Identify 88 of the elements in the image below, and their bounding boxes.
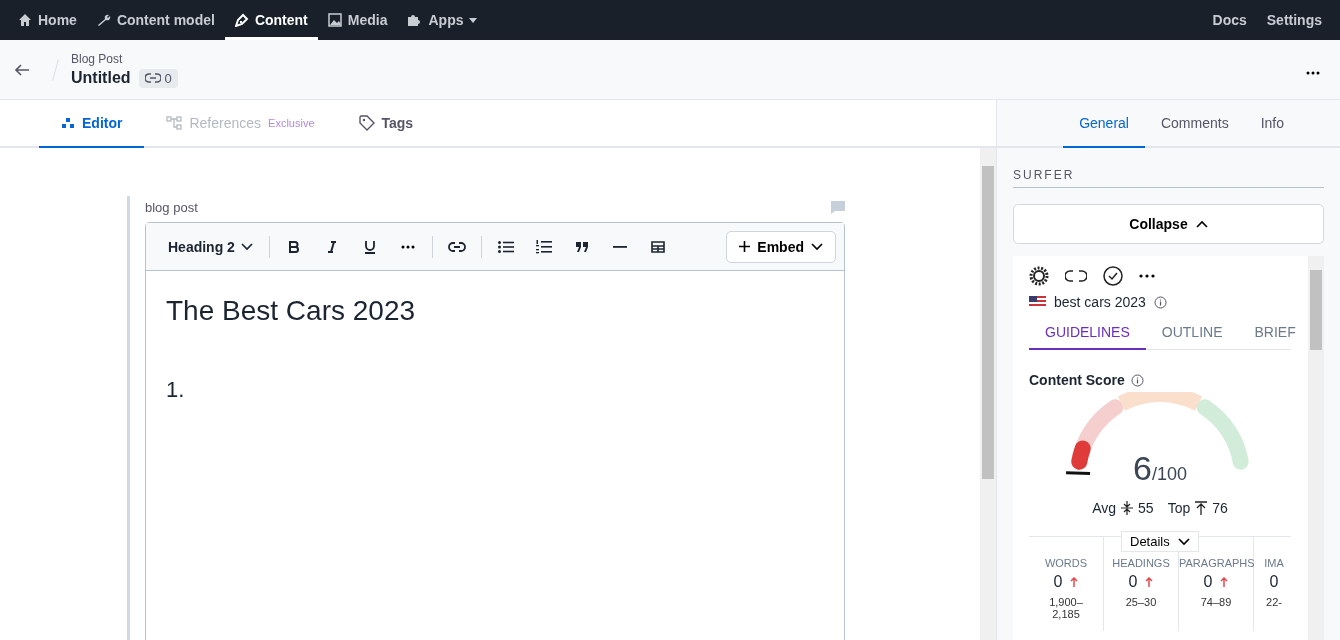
metric-range: 1,900–2,185 [1048, 596, 1084, 620]
arrow-top-icon [1195, 501, 1208, 515]
gear-icon[interactable] [1029, 266, 1049, 286]
metric-range: 74–89 [1199, 596, 1233, 608]
info-icon [1130, 373, 1144, 387]
scrollbar[interactable] [1308, 256, 1324, 640]
exclusive-label: Exclusive [268, 117, 315, 129]
bold-icon [288, 240, 299, 253]
links-badge[interactable]: 0 [138, 68, 178, 88]
check-circle-icon[interactable] [1103, 266, 1123, 286]
entry-title: Untitled [71, 69, 131, 87]
tab[interactable]: General [1063, 100, 1145, 148]
hierarchy-icon [166, 116, 183, 130]
chevron-up-icon [1195, 220, 1208, 228]
tab-label: Editor [82, 115, 123, 131]
horizontal-line-icon [612, 245, 627, 248]
avg-label: Avg [1092, 500, 1117, 516]
more-icon[interactable] [1139, 274, 1155, 278]
tab-label: References [189, 115, 262, 131]
chevron-down-icon [811, 242, 823, 251]
home-icon [18, 13, 32, 27]
table-icon [650, 240, 665, 253]
tab[interactable]: Comments [1144, 100, 1245, 148]
compress-icon [1121, 501, 1134, 515]
metric-range: 22- [1265, 596, 1283, 608]
puzzle-icon [407, 13, 423, 27]
top-label: Top [1167, 500, 1191, 516]
top-value: 76 [1212, 500, 1228, 516]
bulleted-list-icon [497, 240, 514, 253]
nav-item[interactable]: Content model [86, 0, 225, 40]
metric-label: IMA [1263, 557, 1285, 569]
scrollbar[interactable] [980, 148, 996, 640]
metric-value: 0 [1128, 573, 1138, 591]
metric-range: 25–30 [1124, 596, 1158, 608]
details-button[interactable]: Details [1121, 531, 1199, 552]
score-value: 6/100 [1133, 450, 1187, 488]
metric-value: 0 [1053, 573, 1063, 591]
more-icon [1306, 70, 1320, 75]
wrench-icon [96, 13, 111, 27]
heading-select[interactable]: Heading 2 [158, 230, 263, 263]
section-heading: SURFER [1013, 168, 1324, 188]
keyword-text: best cars 2023 [1054, 294, 1146, 310]
score-fill [1071, 440, 1091, 470]
score-needle [1066, 471, 1091, 476]
avg-value: 55 [1138, 500, 1154, 516]
back-button[interactable] [14, 62, 30, 77]
tag-icon [358, 115, 375, 131]
nav-link[interactable]: Docs [1202, 0, 1257, 40]
nav-item[interactable]: Media [317, 0, 398, 40]
numbered-list-icon [535, 239, 552, 254]
score-title: Content Score [1029, 372, 1125, 388]
metric-label: PARAGRAPHS [1179, 557, 1253, 569]
metric-value: 0 [1203, 573, 1213, 591]
quote-icon [575, 241, 588, 252]
pen-icon [234, 13, 249, 27]
link-icon [144, 73, 161, 83]
breadcrumb: Blog Post [71, 51, 124, 66]
blocks-icon [61, 117, 75, 129]
italic-icon [326, 240, 337, 253]
tab[interactable]: Tags [336, 100, 436, 148]
nav-item[interactable]: Apps [397, 0, 488, 40]
tab[interactable]: OUTLINE [1145, 320, 1239, 350]
metric-label: WORDS [1043, 557, 1089, 569]
arrow-left-icon [14, 62, 30, 77]
more-icon [400, 244, 415, 249]
plus-icon [739, 241, 751, 252]
flag-icon [1029, 296, 1046, 308]
metric-value: 0 [1269, 573, 1279, 591]
link-icon[interactable] [1065, 270, 1087, 282]
list-number: 1. [166, 377, 186, 403]
tab[interactable]: GUIDELINES [1029, 320, 1146, 350]
embed-button[interactable]: Embed [726, 230, 836, 263]
chevron-down-icon [240, 242, 253, 251]
image-icon [327, 13, 342, 27]
tab[interactable]: Editor [39, 100, 145, 148]
underline-icon [363, 239, 376, 254]
tab-label: Tags [381, 115, 414, 131]
nav-link[interactable]: Settings [1256, 0, 1332, 40]
field-label: blog post [145, 199, 198, 215]
nav-item[interactable]: Home [8, 0, 87, 40]
link-icon [447, 241, 466, 252]
collapse-button[interactable]: Collapse [1013, 204, 1324, 244]
chevron-down-icon [1177, 537, 1190, 546]
heading-text: The Best Cars 2023 [166, 295, 417, 327]
tab[interactable]: Info [1244, 100, 1300, 148]
info-icon [1153, 295, 1167, 309]
tab[interactable]: BRIEF [1238, 320, 1308, 350]
metric-label: HEADINGS [1111, 557, 1171, 569]
